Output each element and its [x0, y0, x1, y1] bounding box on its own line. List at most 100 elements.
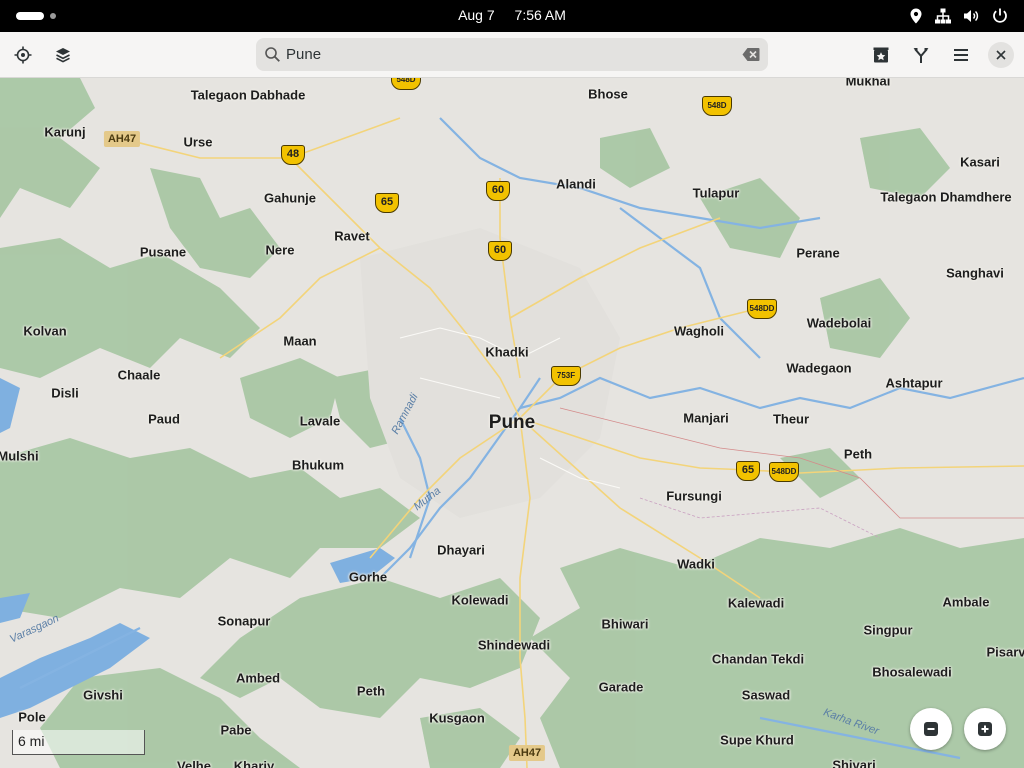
- place-label[interactable]: Nere: [266, 243, 295, 258]
- place-label[interactable]: Peth: [357, 684, 385, 699]
- power-icon[interactable]: [991, 7, 1009, 25]
- place-label[interactable]: Talegaon Dabhade: [191, 88, 306, 103]
- time: 7:56 AM: [514, 7, 566, 23]
- favorites-button[interactable]: [866, 40, 896, 70]
- place-label[interactable]: Givshi: [83, 688, 123, 703]
- map-view[interactable]: Talegaon Dabhade Bhose Mukhai Karunj Urs…: [0, 78, 1024, 768]
- place-label[interactable]: Mulshi: [0, 449, 39, 464]
- zoom-out-icon: [924, 722, 938, 736]
- place-label[interactable]: Bhiwari: [602, 617, 649, 632]
- place-label[interactable]: Kasari: [960, 155, 1000, 170]
- place-label[interactable]: Manjari: [683, 411, 729, 426]
- place-label[interactable]: Dhayari: [437, 543, 485, 558]
- place-label[interactable]: Fursungi: [666, 489, 722, 504]
- zoom-in-button[interactable]: [964, 708, 1006, 750]
- place-label[interactable]: Alandi: [556, 177, 596, 192]
- place-label[interactable]: Sanghavi: [946, 266, 1004, 281]
- location-icon[interactable]: [907, 7, 925, 25]
- place-label[interactable]: Pole: [18, 710, 45, 725]
- place-label[interactable]: Shivari: [832, 758, 875, 768]
- place-label[interactable]: Shindewadi: [478, 638, 550, 653]
- highway-shield[interactable]: 65: [736, 461, 760, 481]
- highway-shield[interactable]: 60: [486, 181, 510, 201]
- locate-icon: [14, 46, 32, 64]
- favorites-icon: [873, 47, 889, 63]
- place-label[interactable]: Supe Khurd: [720, 733, 794, 748]
- search-input[interactable]: [286, 42, 726, 67]
- place-label[interactable]: Maan: [283, 334, 316, 349]
- place-label[interactable]: Ambed: [236, 671, 280, 686]
- place-label[interactable]: Saswad: [742, 688, 790, 703]
- route-icon: [913, 48, 929, 63]
- place-label[interactable]: Gahunje: [264, 191, 316, 206]
- place-label[interactable]: Bhose: [588, 87, 628, 102]
- highway-shield[interactable]: 548DD: [747, 299, 777, 319]
- place-label[interactable]: Chandan Tekdi: [712, 652, 804, 667]
- network-icon[interactable]: [934, 7, 952, 25]
- place-label[interactable]: Gorhe: [349, 570, 387, 585]
- city-label[interactable]: Pune: [489, 412, 535, 434]
- search-icon: [265, 47, 280, 62]
- highway-shield[interactable]: 48: [281, 145, 305, 165]
- place-label[interactable]: Kolewadi: [451, 593, 508, 608]
- zoom-out-button[interactable]: [910, 708, 952, 750]
- asian-highway-label[interactable]: AH47: [508, 745, 546, 761]
- highway-shield[interactable]: 548DD: [769, 462, 799, 482]
- place-label[interactable]: Wagholi: [674, 324, 724, 339]
- place-label[interactable]: Garade: [599, 680, 644, 695]
- place-label[interactable]: Kolvan: [23, 324, 66, 339]
- place-label[interactable]: Theur: [773, 412, 809, 427]
- place-label[interactable]: Chaale: [118, 368, 161, 383]
- close-button[interactable]: [988, 42, 1014, 68]
- volume-icon[interactable]: [962, 7, 980, 25]
- highway-shield[interactable]: 548D: [391, 78, 421, 90]
- highway-shield[interactable]: 65: [375, 193, 399, 213]
- place-label[interactable]: Velhe: [177, 759, 211, 768]
- clear-search-icon[interactable]: [742, 47, 760, 62]
- header-bar: [0, 32, 1024, 78]
- menu-icon: [954, 49, 968, 61]
- place-label[interactable]: Bhukum: [292, 458, 344, 473]
- route-button[interactable]: [906, 40, 936, 70]
- locate-button[interactable]: [8, 40, 38, 70]
- scale-label: 6 mi: [18, 733, 45, 749]
- search-field[interactable]: [256, 38, 768, 71]
- system-top-bar: Aug 7 7:56 AM: [0, 0, 1024, 32]
- place-label[interactable]: Ravet: [334, 229, 369, 244]
- place-label[interactable]: Lavale: [300, 414, 340, 429]
- place-label[interactable]: Pisarv: [986, 645, 1024, 660]
- place-label[interactable]: Ashtapur: [885, 376, 942, 391]
- highway-shield[interactable]: 548D: [702, 96, 732, 116]
- place-label[interactable]: Sonapur: [218, 614, 271, 629]
- place-label[interactable]: Wadebolai: [807, 316, 872, 331]
- place-label[interactable]: Mukhai: [846, 78, 891, 89]
- place-label[interactable]: Pabe: [220, 723, 251, 738]
- highway-shield[interactable]: 60: [488, 241, 512, 261]
- zoom-in-icon: [978, 722, 992, 736]
- place-label[interactable]: Urse: [184, 135, 213, 150]
- place-label[interactable]: Kusgaon: [429, 711, 485, 726]
- highway-shield[interactable]: 753F: [551, 366, 581, 386]
- close-icon: [996, 50, 1006, 60]
- place-label[interactable]: Tulapur: [693, 186, 740, 201]
- place-label[interactable]: Khariy: [234, 759, 274, 768]
- place-label[interactable]: Paud: [148, 412, 180, 427]
- clock[interactable]: Aug 7 7:56 AM: [0, 7, 1024, 23]
- date: Aug 7: [458, 7, 495, 23]
- place-label[interactable]: Ambale: [943, 595, 990, 610]
- place-label[interactable]: Singpur: [863, 623, 912, 638]
- place-label[interactable]: Disli: [51, 386, 78, 401]
- place-label[interactable]: Karunj: [44, 125, 85, 140]
- place-label[interactable]: Bhosalewadi: [872, 665, 951, 680]
- layers-button[interactable]: [48, 40, 78, 70]
- place-label[interactable]: Kalewadi: [728, 596, 784, 611]
- place-label[interactable]: Wadki: [677, 557, 715, 572]
- asian-highway-label[interactable]: AH47: [103, 131, 141, 147]
- place-label[interactable]: Pusane: [140, 245, 186, 260]
- place-label[interactable]: Talegaon Dhamdhere: [880, 190, 1011, 205]
- main-menu-button[interactable]: [946, 40, 976, 70]
- place-label[interactable]: Khadki: [485, 345, 528, 360]
- place-label[interactable]: Perane: [796, 246, 839, 261]
- place-label[interactable]: Wadegaon: [786, 361, 851, 376]
- place-label[interactable]: Peth: [844, 447, 872, 462]
